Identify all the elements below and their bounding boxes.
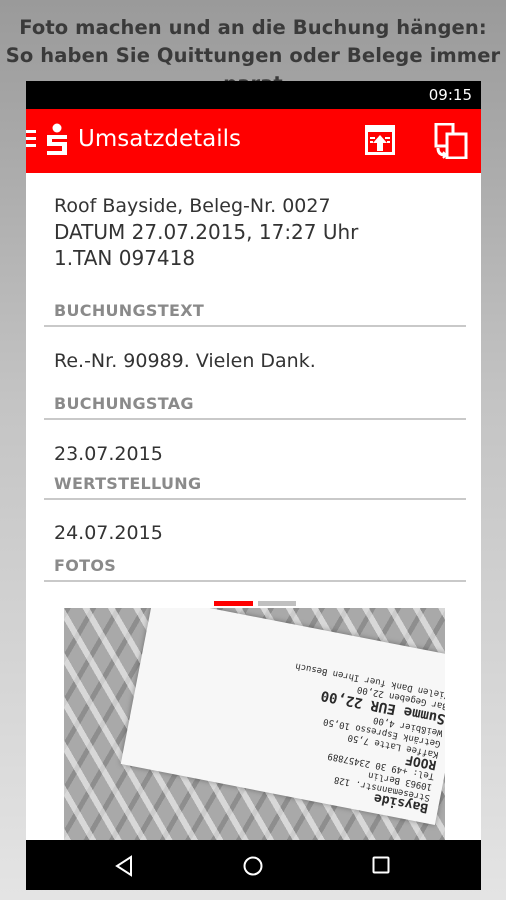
wertstellung-value: 24.07.2015 [54,522,163,544]
merchant-line: Roof Bayside, Beleg-Nr. 0027 [54,195,331,217]
tan-line: 1.TAN 097418 [54,246,196,270]
section-divider [44,498,466,500]
details-content[interactable]: Roof Bayside, Beleg-Nr. 0027 DATUM 27.07… [26,173,481,840]
status-time: 09:15 [428,86,472,104]
receipt-photo[interactable]: Bayside Stresemannstr. 128 10963 Berlin … [64,608,445,840]
section-divider [44,418,466,420]
home-icon[interactable] [242,855,264,877]
navigation-bar [26,840,481,890]
sparkasse-logo-icon [47,123,67,155]
receipt-paper: Bayside Stresemannstr. 128 10963 Berlin … [120,608,445,825]
hamburger-icon[interactable] [26,130,36,150]
receipt-text: Bayside Stresemannstr. 128 10963 Berlin … [132,609,445,816]
section-label-buchungstag: BUCHUNGSTAG [54,394,194,413]
phone-screen: 09:15 Umsatzdetails Roof Bayside, Beleg-… [26,81,481,890]
transaction-header: Roof Bayside, Beleg-Nr. 0027 DATUM 27.07… [54,193,358,271]
app-bar: Umsatzdetails [26,109,481,173]
back-icon[interactable] [114,855,136,877]
photo-pager-indicator-active[interactable] [214,601,253,606]
buchungstag-value: 23.07.2015 [54,443,163,465]
page-title: Umsatzdetails [78,126,242,152]
section-divider [44,325,466,327]
section-divider [44,580,466,582]
copy-documents-icon[interactable] [434,123,468,159]
export-upload-icon[interactable] [364,124,396,156]
caption-line-1: Foto machen und an die Buchung hängen: [19,16,487,39]
status-bar: 09:15 [26,81,481,109]
date-line: DATUM 27.07.2015, 17:27 Uhr [54,220,359,244]
section-label-buchungstext: BUCHUNGSTEXT [54,301,205,320]
section-label-fotos: FOTOS [54,556,117,575]
photo-pager-indicator[interactable] [258,601,296,606]
section-label-wertstellung: WERTSTELLUNG [54,474,202,493]
recent-apps-icon[interactable] [372,856,390,874]
buchungstext-value: Re.-Nr. 90989. Vielen Dank. [54,350,316,372]
